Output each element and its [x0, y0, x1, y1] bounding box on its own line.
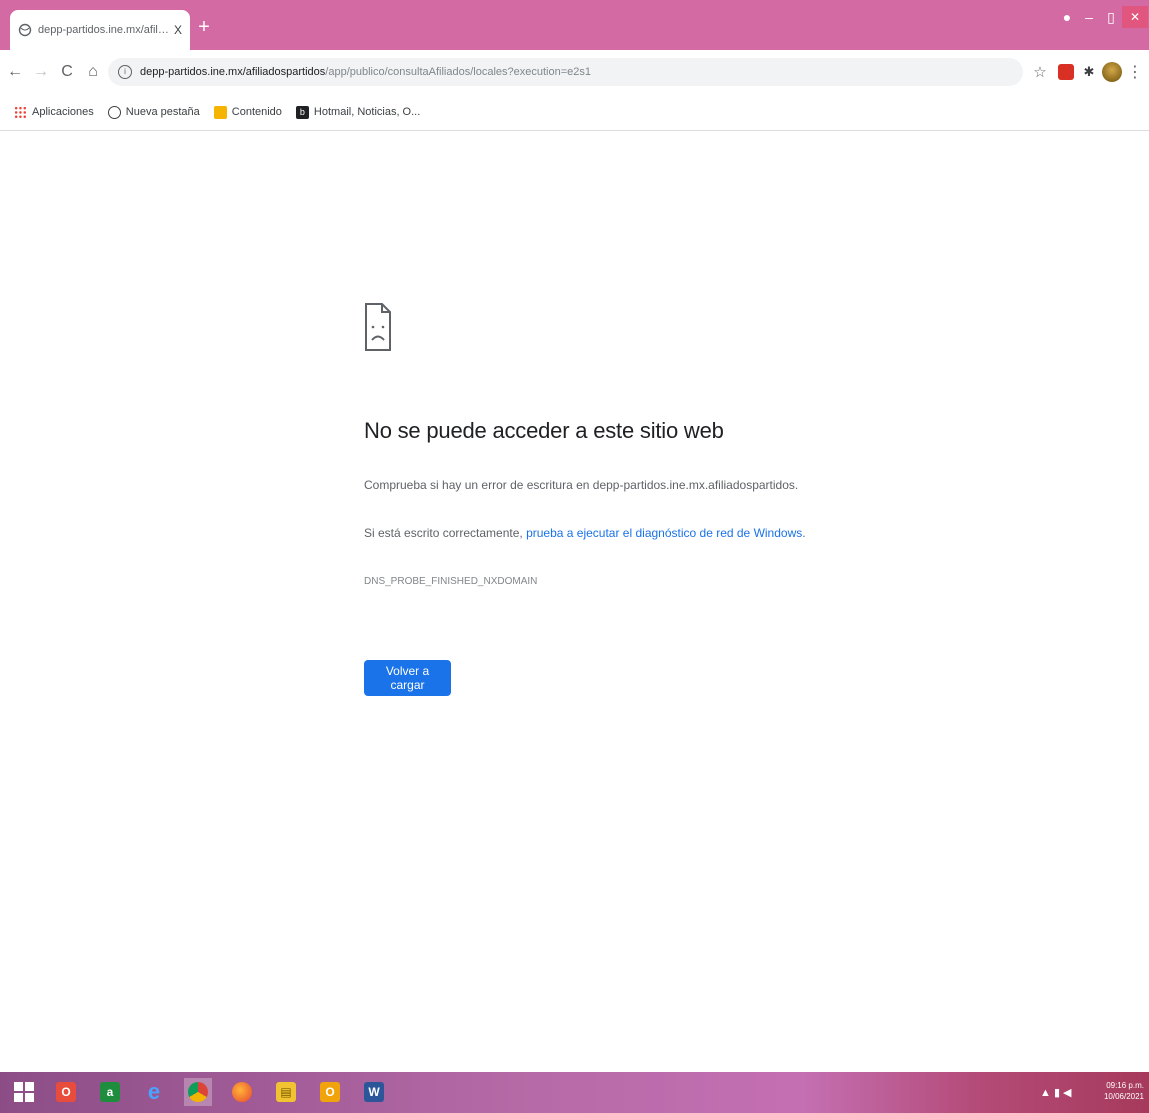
browser-tab[interactable]: depp-partidos.ine.mx/afiliados X — [10, 10, 190, 50]
minimize-button[interactable]: – — [1078, 6, 1100, 28]
windows-logo-icon — [14, 1082, 34, 1102]
taskbar-outlook[interactable]: O — [316, 1078, 344, 1106]
start-button[interactable] — [10, 1078, 38, 1106]
outlook-icon: O — [320, 1082, 340, 1102]
reload-page-button[interactable]: Volver a cargar — [364, 660, 451, 696]
reload-button[interactable]: C — [56, 61, 78, 83]
system-tray-icons[interactable]: ▲ ▮ ◀ — [1040, 1080, 1082, 1104]
folder-icon — [213, 105, 227, 119]
taskbar-clock[interactable]: 09:16 p.m. 10/06/2021 — [1094, 1080, 1144, 1104]
back-button[interactable]: ← — [4, 61, 26, 83]
home-button[interactable]: ⌂ — [82, 61, 104, 83]
bookmark-label: Hotmail, Noticias, O... — [313, 106, 421, 118]
bookmark-hotmail[interactable]: b Hotmail, Noticias, O... — [295, 105, 421, 119]
sad-document-icon — [365, 303, 391, 351]
address-bar[interactable]: i depp-partidos.ine.mx/afiliadospartidos… — [108, 58, 1023, 86]
bookmark-content[interactable]: Contenido — [213, 105, 282, 119]
bookmark-label: Contenido — [231, 106, 282, 118]
chrome-icon — [188, 1082, 208, 1102]
extensions-puzzle-icon[interactable]: ✱ — [1080, 61, 1098, 83]
globe-icon — [18, 23, 32, 37]
word-icon: W — [364, 1082, 384, 1102]
forward-button[interactable]: → — [30, 61, 52, 83]
spreadsheet-icon: a — [100, 1082, 120, 1102]
ie-icon: e — [147, 1079, 161, 1104]
bookmark-label: Aplicaciones — [32, 106, 94, 118]
bookmark-apps[interactable]: Aplicaciones — [14, 105, 94, 119]
diagnostic-link[interactable]: prueba a ejecutar el diagnóstico de red … — [526, 526, 802, 540]
menu-dots-icon[interactable]: ⋮ — [1127, 61, 1143, 83]
tab-close-icon[interactable]: X — [174, 23, 182, 37]
apps-icon — [14, 105, 27, 119]
bookmark-star-icon[interactable]: ☆ — [1030, 61, 1050, 83]
taskbar-ie[interactable]: e — [140, 1078, 168, 1106]
bookmark-new-tab[interactable]: Nueva pestaña — [107, 105, 200, 119]
taskbar-chrome[interactable] — [184, 1078, 212, 1106]
site-info-icon[interactable]: i — [118, 65, 132, 79]
error-title: No se puede acceder a este sitio web — [364, 418, 724, 443]
browser-toolbar: ← → C ⌂ i depp-partidos.ine.mx/afiliados… — [0, 50, 1149, 94]
profile-avatar[interactable] — [1102, 62, 1122, 82]
suggestion-prefix: Si está escrito correctamente, — [364, 526, 527, 540]
file-explorer-icon: ▤ — [276, 1082, 296, 1102]
taskbar-calc[interactable]: a — [96, 1078, 124, 1106]
profile-indicator-icon[interactable]: ● — [1058, 6, 1076, 28]
extension-pdf-icon[interactable] — [1058, 64, 1074, 80]
maximize-button[interactable]: ▯ — [1100, 6, 1122, 28]
clock-date: 10/06/2021 — [1103, 1092, 1144, 1101]
suggestion-suffix: . — [802, 526, 806, 540]
firefox-icon — [232, 1082, 252, 1102]
new-tab-button[interactable]: + — [194, 17, 214, 38]
taskbar-files[interactable]: ▤ — [272, 1078, 300, 1106]
browser-title-bar: depp-partidos.ine.mx/afiliados X + ● – ▯… — [0, 0, 1149, 50]
taskbar-word[interactable]: W — [360, 1078, 388, 1106]
globe-icon — [107, 105, 121, 119]
tab-title: depp-partidos.ine.mx/afiliados — [38, 24, 170, 36]
windows-taskbar: O a e ▤ O W — [0, 1072, 1149, 1113]
url-path: /app/publico/consultaAfiliados/locales?e… — [325, 66, 591, 78]
bing-icon: b — [295, 105, 309, 119]
close-window-button[interactable]: ✕ — [1122, 6, 1148, 28]
taskbar-opera[interactable]: O — [52, 1078, 80, 1106]
error-suggestion: Si está escrito correctamente, prueba a … — [364, 526, 806, 540]
opera-icon: O — [56, 1082, 76, 1102]
bookmarks-bar: Aplicaciones Nueva pestaña Contenido b H… — [0, 94, 1149, 131]
error-code: DNS_PROBE_FINISHED_NXDOMAIN — [364, 576, 538, 587]
clock-time: 09:16 p.m. — [1106, 1081, 1144, 1090]
bookmark-label: Nueva pestaña — [125, 106, 200, 118]
url-host: depp-partidos.ine.mx/afiliadospartidos — [140, 66, 326, 78]
taskbar-firefox[interactable] — [228, 1078, 256, 1106]
error-check-text: Comprueba si hay un error de escritura e… — [364, 478, 799, 492]
